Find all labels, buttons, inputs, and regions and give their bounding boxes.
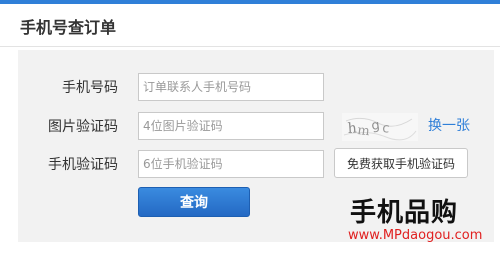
svg-text:c: c [382, 121, 390, 137]
title-divider [0, 46, 500, 47]
image-code-input[interactable] [138, 112, 324, 140]
top-accent-bar [0, 0, 500, 4]
watermark-url: www.MPdaogou.com [348, 228, 483, 243]
send-sms-code-button[interactable]: 免费获取手机验证码 [334, 148, 468, 178]
watermark: 手机品购 www.MPdaogou.com [330, 198, 490, 250]
captcha-image[interactable]: h m g c [342, 113, 418, 141]
watermark-brand: 手机品购 [350, 198, 459, 228]
query-button[interactable]: 查询 [138, 187, 250, 217]
sms-code-input[interactable] [138, 150, 324, 178]
refresh-captcha-link[interactable]: 换一张 [428, 117, 470, 135]
svg-text:m: m [357, 123, 371, 139]
sms-code-label: 手机验证码 [48, 157, 118, 173]
image-code-label: 图片验证码 [48, 119, 118, 135]
phone-label: 手机号码 [62, 80, 118, 96]
phone-input[interactable] [138, 73, 324, 101]
svg-text:h: h [347, 120, 357, 137]
page-title: 手机号查订单 [20, 18, 117, 37]
